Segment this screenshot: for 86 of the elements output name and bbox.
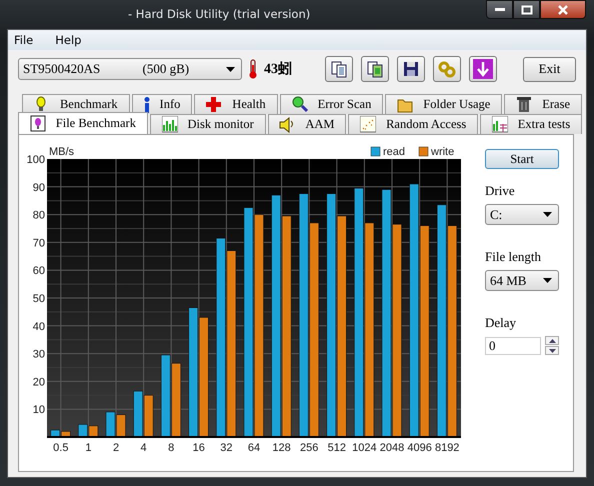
axis-label: 16 (192, 442, 205, 454)
axis-label: 20 (32, 376, 45, 388)
axis-label: 1024 (352, 442, 377, 454)
axis-label: 8192 (434, 442, 460, 454)
thermometer-icon (248, 59, 258, 79)
tab[interactable]: Health (194, 94, 278, 114)
bar (88, 426, 98, 438)
magnifier-icon (292, 96, 308, 113)
file-length-dropdown[interactable]: 64 MB (485, 270, 559, 291)
delay-field[interactable]: 0 (485, 336, 541, 354)
axis-label: 70 (32, 237, 45, 250)
axis-label: 4096 (407, 442, 432, 454)
axis-label: 30 (32, 348, 45, 361)
maximize-button[interactable] (513, 0, 540, 19)
exit-button[interactable]: Exit (523, 56, 576, 82)
axis-label: 2 (112, 442, 120, 454)
tab[interactable]: Extra tests (480, 114, 582, 134)
down-arrow-icon (548, 348, 556, 352)
drive-dropdown[interactable]: ST9500420AS (500 gB) (18, 58, 242, 80)
legend-label: read (383, 146, 406, 158)
axis-label: 0.5 (53, 442, 68, 454)
trash-can-icon (516, 96, 532, 113)
tab[interactable]: File Benchmark (18, 112, 148, 134)
axis-label: 512 (328, 442, 346, 454)
documents-icon (366, 60, 384, 78)
toolbar-button[interactable] (397, 56, 425, 82)
axis-label: 128 (272, 442, 291, 454)
bar (133, 390, 143, 438)
spin-down-button[interactable] (545, 346, 559, 355)
gears-icon (438, 60, 456, 78)
field-label: Drive (485, 183, 515, 199)
tab[interactable]: Disk monitor (150, 114, 266, 134)
temperature-reading: 43蚓 (264, 60, 292, 78)
tab[interactable]: Benchmark (22, 94, 130, 114)
download-button[interactable] (469, 56, 497, 82)
axis-label: 2048 (380, 442, 404, 454)
legend-label: write (431, 146, 454, 158)
caret-icon (226, 66, 235, 72)
documents-icon (330, 60, 348, 78)
maximize-icon (520, 4, 532, 14)
axis-label: 40 (32, 320, 45, 333)
axis-label: 64 (248, 442, 260, 454)
bar (144, 395, 154, 438)
field-label: File length (485, 249, 541, 265)
minimize-button[interactable] (486, 0, 513, 19)
axis-label: 100 (26, 154, 45, 166)
axis-label: 10 (32, 404, 45, 416)
info-icon (144, 96, 150, 112)
axis-label: 50 (32, 293, 45, 305)
bar (116, 414, 126, 438)
field-label: Delay (485, 315, 516, 331)
spin-up-button[interactable] (545, 336, 559, 345)
axis-label: 256 (300, 442, 318, 454)
tab[interactable]: Folder Usage (385, 94, 502, 114)
tab[interactable]: Error Scan (280, 94, 384, 114)
tab[interactable]: AAM (268, 114, 346, 134)
menu-item[interactable]: Help (55, 33, 82, 47)
bulb-icon (30, 115, 46, 132)
tab[interactable]: Erase (504, 94, 582, 114)
caret-icon (543, 278, 552, 283)
up-arrow-icon (548, 338, 556, 342)
speaker-icon (279, 116, 296, 133)
menu-item[interactable]: File (14, 33, 34, 47)
tab[interactable]: Info (132, 94, 192, 114)
axis-label: 90 (32, 182, 45, 194)
bar (106, 412, 116, 438)
axis-label: 60 (32, 265, 45, 278)
axis-label: 8 (168, 442, 174, 454)
tab[interactable]: Random Access (348, 114, 478, 134)
window-title: - Hard Disk Utility (trial version) (128, 7, 312, 21)
toolbar-button[interactable] (325, 56, 353, 82)
axis-title: MB/s (49, 146, 74, 158)
axis-label: 32 (220, 442, 233, 454)
start-button[interactable]: Start (485, 149, 559, 169)
minimize-icon (494, 8, 506, 12)
drive-dropdown[interactable]: C: (485, 204, 559, 225)
cross-icon (206, 96, 222, 113)
axis-label: 4 (140, 442, 147, 454)
axis-label: 80 (32, 210, 45, 222)
toolbar-button[interactable] (361, 56, 389, 82)
scatter-chart-icon (360, 116, 376, 133)
axis-label: 1 (85, 442, 92, 454)
caret-icon (543, 212, 552, 217)
close-icon (557, 4, 569, 14)
bar (78, 424, 88, 438)
close-button[interactable] (540, 0, 586, 19)
